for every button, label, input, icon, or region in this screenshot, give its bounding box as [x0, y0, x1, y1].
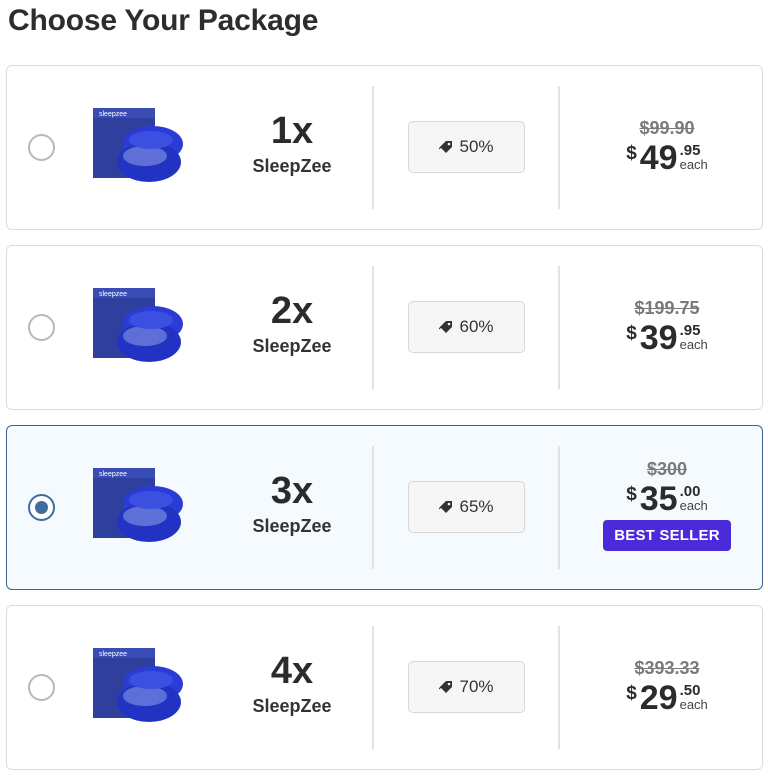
package-quantity: 3x — [270, 470, 314, 512]
product-brand-text: sleepzee — [99, 111, 127, 118]
product-image: sleepzee — [93, 288, 183, 362]
price-cents: .50 — [679, 682, 701, 699]
package-radio-1[interactable] — [28, 134, 55, 161]
currency-symbol: $ — [626, 683, 637, 704]
product-name: SleepZee — [252, 336, 332, 356]
divider — [558, 446, 560, 569]
discount-box: 70% — [408, 661, 525, 713]
currency-symbol: $ — [626, 484, 637, 505]
price-whole: 39 — [639, 319, 678, 357]
currency-symbol: $ — [626, 143, 637, 164]
divider — [372, 446, 374, 569]
tags-icon — [439, 501, 453, 513]
price-unit: each — [679, 157, 708, 172]
price-block: $393.33 $ 29 .50 each — [592, 658, 742, 715]
product-name: SleepZee — [252, 156, 332, 176]
price-cents: .95 — [679, 142, 701, 159]
discount-percent: 65% — [459, 497, 494, 516]
page-title: Choose Your Package — [8, 4, 319, 37]
original-price: $199.75 — [634, 298, 700, 318]
original-price: $99.90 — [639, 118, 695, 138]
discount-box: 50% — [408, 121, 525, 173]
package-radio-4[interactable] — [28, 674, 55, 701]
product-brand-text: sleepzee — [99, 291, 127, 298]
product-brand-text: sleepzee — [99, 471, 127, 478]
price-whole: 29 — [639, 679, 678, 717]
product-name: SleepZee — [252, 696, 332, 716]
original-price: $393.33 — [634, 658, 700, 678]
product-image: sleepzee — [93, 468, 183, 542]
discount-percent: 60% — [459, 317, 494, 336]
divider — [372, 626, 374, 749]
radio-selected-dot — [35, 501, 48, 514]
discount-percent: 50% — [459, 137, 494, 156]
tags-icon — [439, 681, 453, 693]
original-price: $300 — [646, 459, 688, 479]
price-whole: 35 — [639, 480, 678, 518]
divider — [558, 626, 560, 749]
best-seller-badge: BEST SELLER — [603, 520, 731, 551]
price-unit: each — [679, 697, 708, 712]
package-option-4[interactable]: sleepzee 4x SleepZee 70% $393.33 $ 29 .5… — [6, 605, 763, 770]
product-image: sleepzee — [93, 108, 183, 182]
package-quantity: 1x — [270, 110, 314, 152]
package-quantity: 4x — [270, 650, 314, 692]
price-cents: .95 — [679, 322, 701, 339]
package-option-3[interactable]: sleepzee 3x SleepZee 65% $300 $ 35 .00 e… — [6, 425, 763, 590]
product-image: sleepzee — [93, 648, 183, 722]
divider — [558, 86, 560, 209]
discount-box: 60% — [408, 301, 525, 353]
price-cents: .00 — [679, 483, 701, 500]
package-option-1[interactable]: sleepzee 1x SleepZee 50% $99.90 $ 49 .95… — [6, 65, 763, 230]
divider — [558, 266, 560, 389]
discount-percent: 70% — [459, 677, 494, 696]
price-unit: each — [679, 337, 708, 352]
divider — [372, 86, 374, 209]
discount-box: 65% — [408, 481, 525, 533]
price-block: $300 $ 35 .00 each BEST SELLER — [592, 459, 742, 551]
currency-symbol: $ — [626, 323, 637, 344]
price-unit: each — [679, 498, 708, 513]
package-radio-2[interactable] — [28, 314, 55, 341]
price-block: $99.90 $ 49 .95 each — [592, 118, 742, 175]
price-whole: 49 — [639, 139, 678, 177]
package-quantity: 2x — [270, 290, 314, 332]
divider — [372, 266, 374, 389]
package-radio-3[interactable] — [28, 494, 55, 521]
tags-icon — [439, 321, 453, 333]
price-block: $199.75 $ 39 .95 each — [592, 298, 742, 355]
tags-icon — [439, 141, 453, 153]
product-brand-text: sleepzee — [99, 651, 127, 658]
package-option-2[interactable]: sleepzee 2x SleepZee 60% $199.75 $ 39 .9… — [6, 245, 763, 410]
product-name: SleepZee — [252, 516, 332, 536]
